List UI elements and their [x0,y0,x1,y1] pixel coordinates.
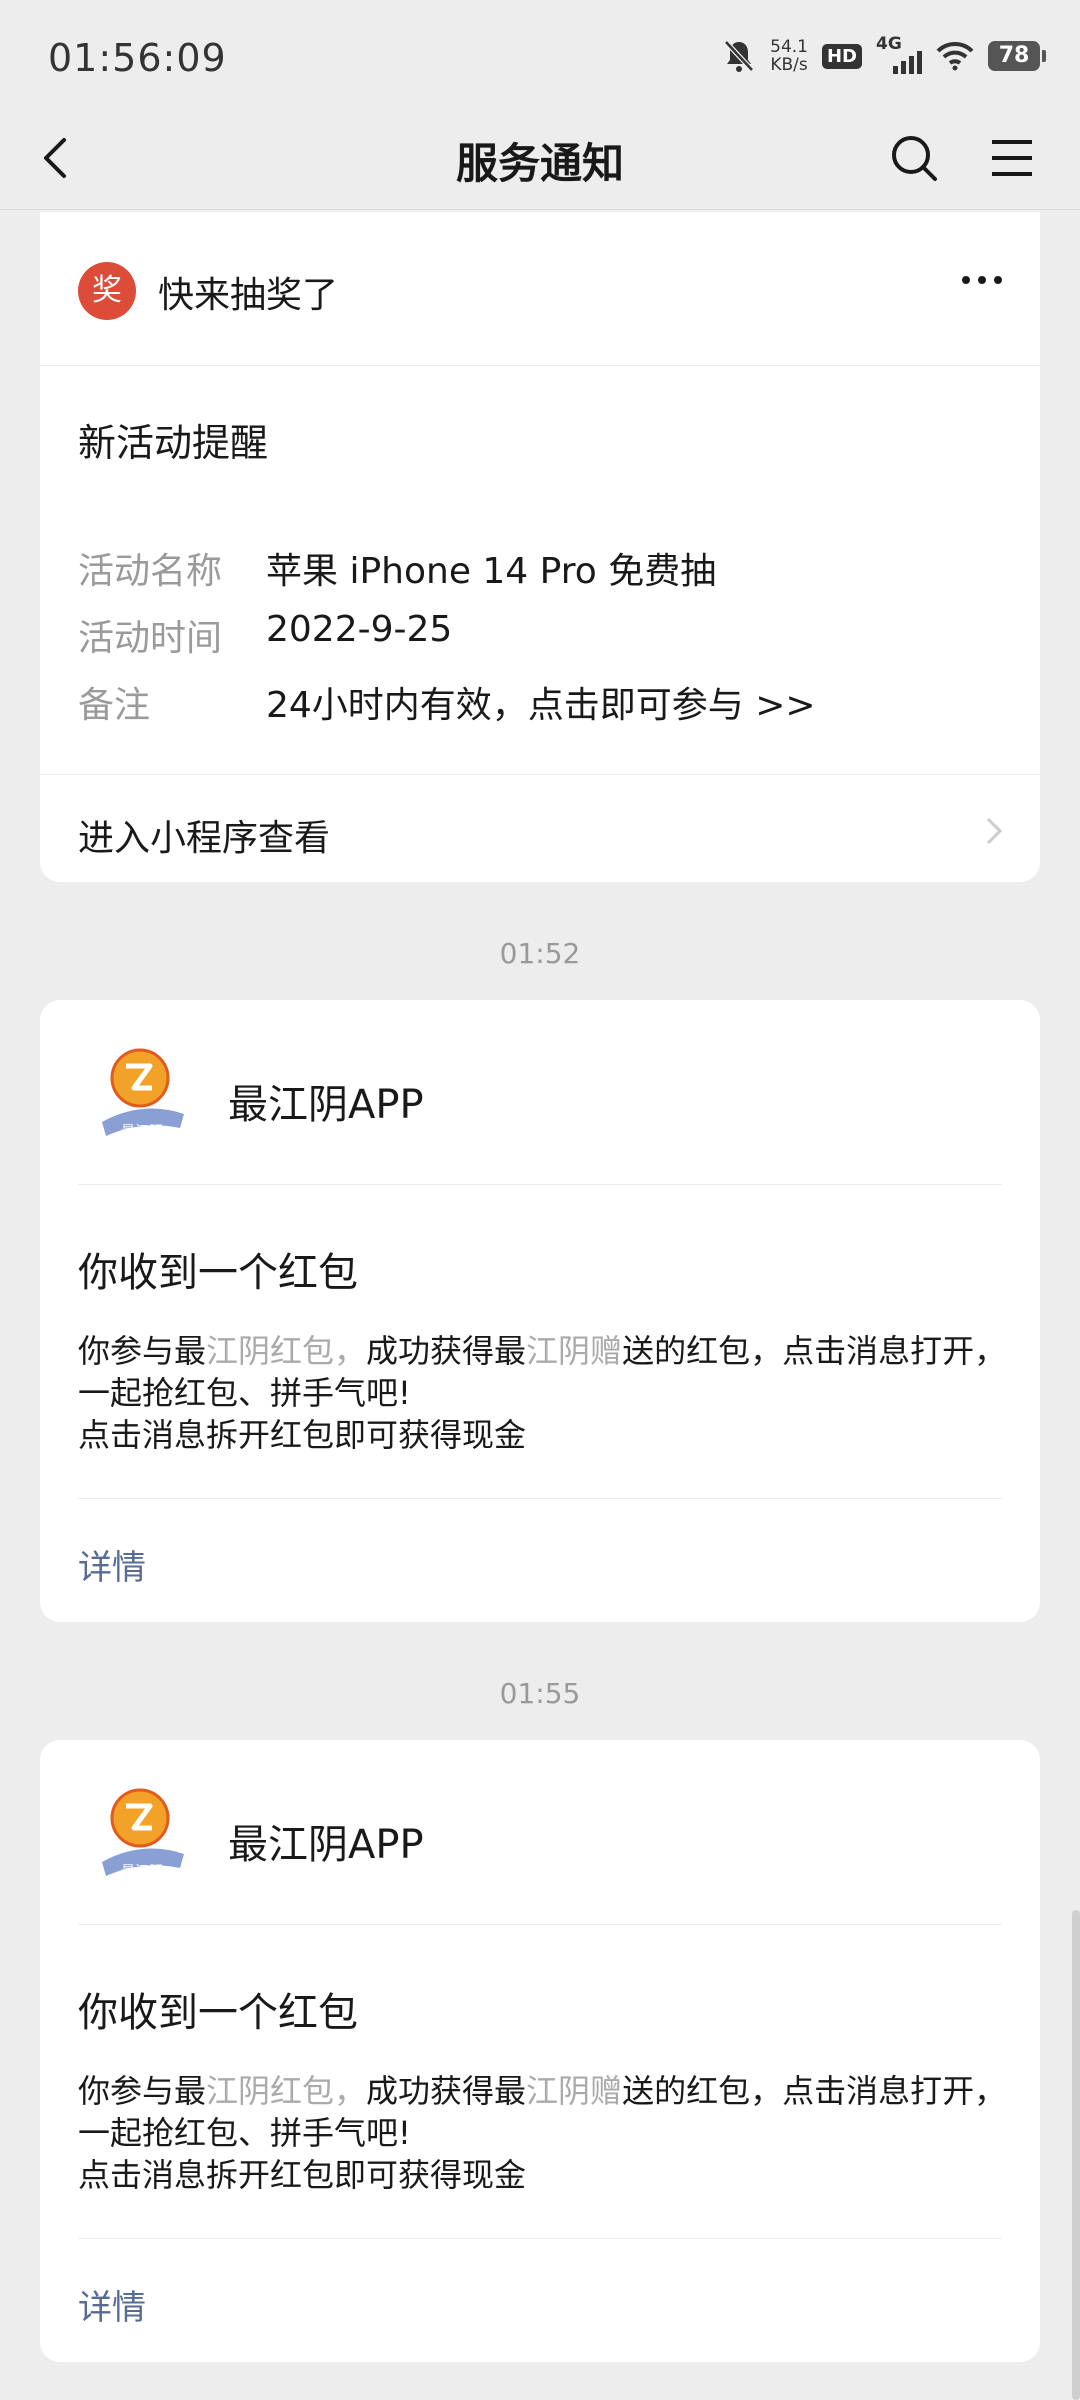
field-row: 备注 24小时内有效，点击即可参与 >> [78,685,816,726]
divider [78,1498,1002,1499]
search-icon[interactable] [886,130,942,186]
message-timestamp: 01:55 [499,1677,581,1710]
message-body: 你参与最江阴红包，成功获得最江阴赠送的红包，点击消息打开，一起抢红包、拼手气吧!… [78,2072,1007,2194]
notification-card-redpacket[interactable]: 最江阴 最江阴APP 你收到一个红包 你参与最江阴红包，成功获得最江阴赠送的红包… [40,1000,1040,1622]
message-body: 你参与最江阴红包，成功获得最江阴赠送的红包，点击消息打开，一起抢红包、拼手气吧!… [78,1332,1007,1454]
field-row: 活动时间 2022-9-25 [78,609,453,659]
message-title: 你收到一个红包 [78,1250,358,1296]
divider [78,2238,1002,2239]
award-badge-icon: 奖 [78,262,136,320]
wifi-icon [936,41,974,71]
card-subtitle: 新活动提醒 [78,421,269,465]
app-logo-icon: 最江阴 [102,1788,184,1880]
cellular-signal-icon: 4G [876,34,922,74]
svg-text:最江阴: 最江阴 [121,1864,163,1880]
field-row: 活动名称 苹果 iPhone 14 Pro 免费抽 [78,551,717,592]
divider [78,1184,1002,1185]
mute-bell-icon [724,40,754,72]
divider [78,1924,1002,1925]
hd-badge: HD [821,43,862,69]
detail-link[interactable]: 详情 [78,2280,146,2329]
app-name: 最江阴APP [228,1082,424,1128]
nav-bar: 服务通知 [0,110,1080,210]
menu-icon[interactable] [984,130,1040,186]
open-miniprogram-link[interactable]: 进入小程序查看 [40,774,1040,882]
message-timestamp: 01:52 [499,937,581,970]
battery-indicator: 78 [988,41,1046,71]
message-title: 你收到一个红包 [78,1990,358,2036]
app-logo-icon: 最江阴 [102,1048,184,1140]
status-bar: 01:56:09 54.1 KB/s HD 4G 78 [0,0,1080,110]
more-icon[interactable] [962,276,1002,284]
detail-link[interactable]: 详情 [78,1540,146,1589]
net-speed: 54.1 KB/s [770,37,808,75]
sender-name: 快来抽奖了 [158,275,339,316]
chevron-right-icon [986,817,1003,845]
svg-text:最江阴: 最江阴 [121,1124,163,1140]
status-icons: 54.1 KB/s HD 4G 78 [722,34,1046,75]
notification-card-redpacket[interactable]: 最江阴 最江阴APP 你收到一个红包 你参与最江阴红包，成功获得最江阴赠送的红包… [40,1740,1040,2362]
status-time: 01:56:09 [48,36,227,80]
app-name: 最江阴APP [228,1822,424,1868]
notification-card-lottery[interactable]: 奖 快来抽奖了 新活动提醒 活动名称 苹果 iPhone 14 Pro 免费抽 … [40,212,1040,882]
scrollbar[interactable] [1072,1910,1080,2400]
card-header: 奖 快来抽奖了 [40,212,1040,366]
